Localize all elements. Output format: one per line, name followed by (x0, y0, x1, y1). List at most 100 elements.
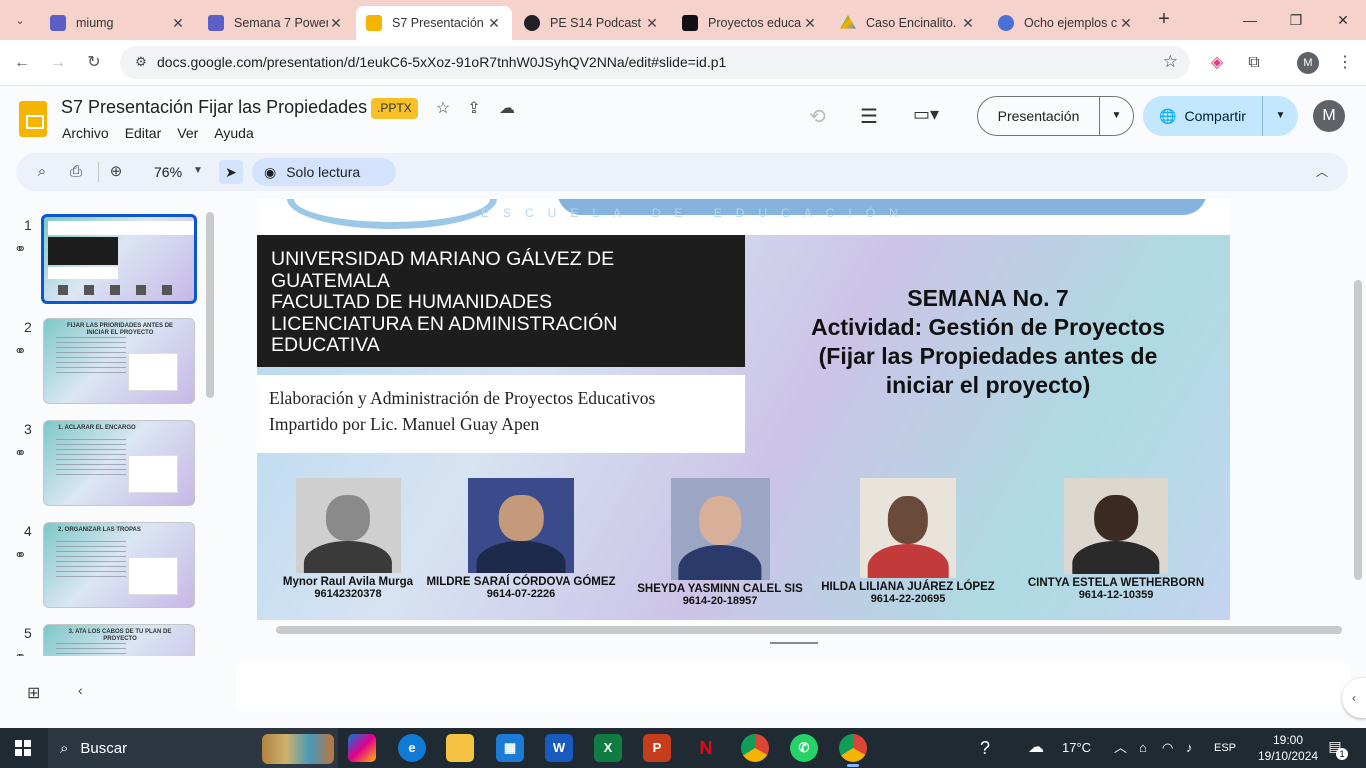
site-info-icon[interactable]: ⚙ (132, 54, 150, 72)
filmstrip-scrollbar[interactable] (206, 212, 214, 398)
share-button[interactable]: 🌐 Compartir ▼ (1143, 96, 1298, 136)
browser-tab-4[interactable]: PE S14 Podcast ✕ (514, 6, 670, 40)
weather-cloud-icon[interactable]: ☁ (1028, 728, 1044, 768)
restore-window-button[interactable]: ❐ (1282, 8, 1310, 32)
language-indicator[interactable]: ESP (1214, 728, 1236, 768)
browser-profile-avatar[interactable]: M (1297, 52, 1319, 74)
slide-thumbnail-4[interactable]: 2. ORGANIZAR LAS TROPAS (43, 522, 195, 608)
close-window-button[interactable]: ✕ (1329, 8, 1357, 32)
close-tab-icon[interactable]: ✕ (1118, 15, 1134, 32)
present-button-label[interactable]: Presentación (978, 97, 1100, 135)
slides-logo-icon[interactable] (19, 101, 47, 137)
tab-search-chevron-icon[interactable]: ⌄ (8, 8, 32, 32)
grid-view-icon[interactable]: ⊞ (27, 683, 40, 703)
version-history-icon[interactable]: ⟲ (809, 104, 826, 129)
store-icon[interactable]: ▦ (496, 734, 524, 762)
volume-icon[interactable]: ♪ (1186, 728, 1193, 768)
edge-icon[interactable]: e (398, 734, 426, 762)
chevron-down-icon[interactable]: ▼ (193, 165, 203, 176)
slide-logo-banner: ESCUELA DE EDUCACIÓN (257, 199, 1230, 235)
chevron-down-icon[interactable]: ▼ (1263, 96, 1298, 136)
close-tab-icon[interactable]: ✕ (802, 15, 818, 32)
collapse-filmstrip-icon[interactable]: ‹ (78, 682, 83, 698)
browser-tab-5[interactable]: Proyectos educa ✕ (672, 6, 828, 40)
file-explorer-icon[interactable] (446, 734, 474, 762)
close-tab-icon[interactable]: ✕ (328, 15, 344, 32)
wifi-icon[interactable]: ◠ (1162, 728, 1173, 768)
extensions-puzzle-icon[interactable]: ⧉ (1242, 51, 1266, 75)
account-avatar[interactable]: M (1313, 100, 1345, 132)
copilot-icon[interactable] (348, 734, 376, 762)
close-tab-icon[interactable]: ✕ (486, 15, 502, 32)
speaker-notes-area[interactable] (236, 662, 1350, 712)
tab-title: Ocho ejemplos c (1024, 16, 1118, 30)
horizontal-scrollbar[interactable] (276, 626, 1342, 634)
menu-archivo[interactable]: Archivo (62, 125, 109, 141)
print-icon[interactable]: ⎙ (66, 162, 86, 182)
close-tab-icon[interactable]: ✕ (960, 15, 976, 32)
member-photo (1064, 478, 1168, 574)
read-only-chip[interactable]: ◉ Solo lectura (252, 158, 396, 186)
menu-ayuda[interactable]: Ayuda (214, 125, 253, 141)
chrome-profile-icon[interactable] (741, 734, 769, 762)
slide-thumbnail-2[interactable]: FIJAR LAS PRIORIDADES ANTES DE INICIAR E… (43, 318, 195, 404)
netflix-icon[interactable]: N (692, 734, 720, 762)
help-icon[interactable]: ? (980, 728, 990, 768)
bookmark-star-icon[interactable]: ☆ (1163, 52, 1178, 72)
select-cursor-icon[interactable]: ➤ (219, 160, 243, 184)
slide-canvas[interactable]: ESCUELA DE EDUCACIÓN UNIVERSIDAD MARIANO… (257, 199, 1230, 620)
share-button-main[interactable]: 🌐 Compartir (1143, 96, 1263, 136)
notifications-icon[interactable]: ▤ 1 (1324, 738, 1348, 760)
zoom-value[interactable]: 76% (154, 164, 182, 180)
close-tab-icon[interactable]: ✕ (170, 15, 186, 32)
cloud-status-icon[interactable]: ☁ (497, 99, 517, 119)
minimize-window-button[interactable]: — (1236, 8, 1264, 32)
meet-camera-icon[interactable]: ▭▾ (913, 104, 939, 125)
menu-editar[interactable]: Editar (125, 125, 162, 141)
word-icon[interactable]: W (545, 734, 573, 762)
star-icon[interactable]: ☆ (433, 99, 453, 119)
chrome-icon[interactable] (839, 734, 867, 767)
browser-tab-3-active[interactable]: S7 Presentación ✕ (356, 6, 512, 40)
whatsapp-icon[interactable]: ✆ (790, 734, 818, 762)
forward-arrow-icon[interactable]: → (46, 51, 70, 75)
move-to-drive-icon[interactable]: ⇪ (464, 99, 484, 119)
vertical-scrollbar[interactable] (1354, 280, 1362, 580)
slide-thumbnail-3[interactable]: 1. ACLARAR EL ENCARGO (43, 420, 195, 506)
reload-icon[interactable]: ↻ (82, 51, 106, 75)
windows-start-icon[interactable] (15, 740, 31, 756)
document-title[interactable]: S7 Presentación Fijar las Propiedades (61, 97, 367, 118)
browser-tab-2[interactable]: Semana 7 Power ✕ (198, 6, 354, 40)
member-id: 9614-12-10359 (1078, 589, 1154, 601)
temperature[interactable]: 17°C (1062, 728, 1091, 768)
browser-menu-icon[interactable]: ⋮ (1333, 51, 1357, 75)
logo-subtitle: ESCUELA DE EDUCACIÓN (481, 206, 912, 220)
chevron-up-icon[interactable]: ︿ (1316, 163, 1328, 180)
browser-tab-6[interactable]: Caso Encinalito. ✕ (830, 6, 986, 40)
link-icon: ⚭ (14, 241, 27, 258)
slide-thumbnail-5[interactable]: 3. ATA LOS CABOS DE TU PLAN DE PROYECTO (43, 624, 195, 656)
clock[interactable]: 19:00 19/10/2024 (1258, 732, 1318, 764)
close-tab-icon[interactable]: ✕ (644, 15, 660, 32)
back-arrow-icon[interactable]: ← (10, 51, 34, 75)
extension-pink-icon[interactable]: ◈ (1205, 51, 1229, 75)
url-text[interactable]: docs.google.com/presentation/d/1eukC6-5x… (157, 54, 726, 70)
comments-icon[interactable]: ☰ (860, 104, 878, 129)
tab-title: Semana 7 Power (234, 16, 328, 30)
present-button[interactable]: Presentación ▼ (977, 96, 1134, 136)
zoom-icon[interactable]: ⊕ (106, 162, 126, 182)
search-icon[interactable]: ⌕ (32, 162, 52, 182)
address-bar[interactable]: ⚙ docs.google.com/presentation/d/1eukC6-… (120, 46, 1190, 79)
excel-icon[interactable]: X (594, 734, 622, 762)
powerpoint-icon[interactable]: P (643, 734, 671, 762)
tray-overflow-chevron-icon[interactable]: ︿ (1114, 728, 1127, 768)
notes-resize-handle[interactable] (770, 642, 818, 644)
browser-tab-1[interactable]: miumg ✕ (40, 6, 196, 40)
chevron-down-icon[interactable]: ▼ (1100, 97, 1133, 135)
slide-thumbnail-1[interactable] (41, 214, 197, 304)
new-tab-button[interactable]: + (1152, 8, 1176, 32)
browser-tab-7[interactable]: Ocho ejemplos c ✕ (988, 6, 1144, 40)
menu-ver[interactable]: Ver (177, 125, 198, 141)
tab-title: miumg (76, 16, 114, 30)
network-icon[interactable]: ⌂ (1139, 728, 1147, 768)
